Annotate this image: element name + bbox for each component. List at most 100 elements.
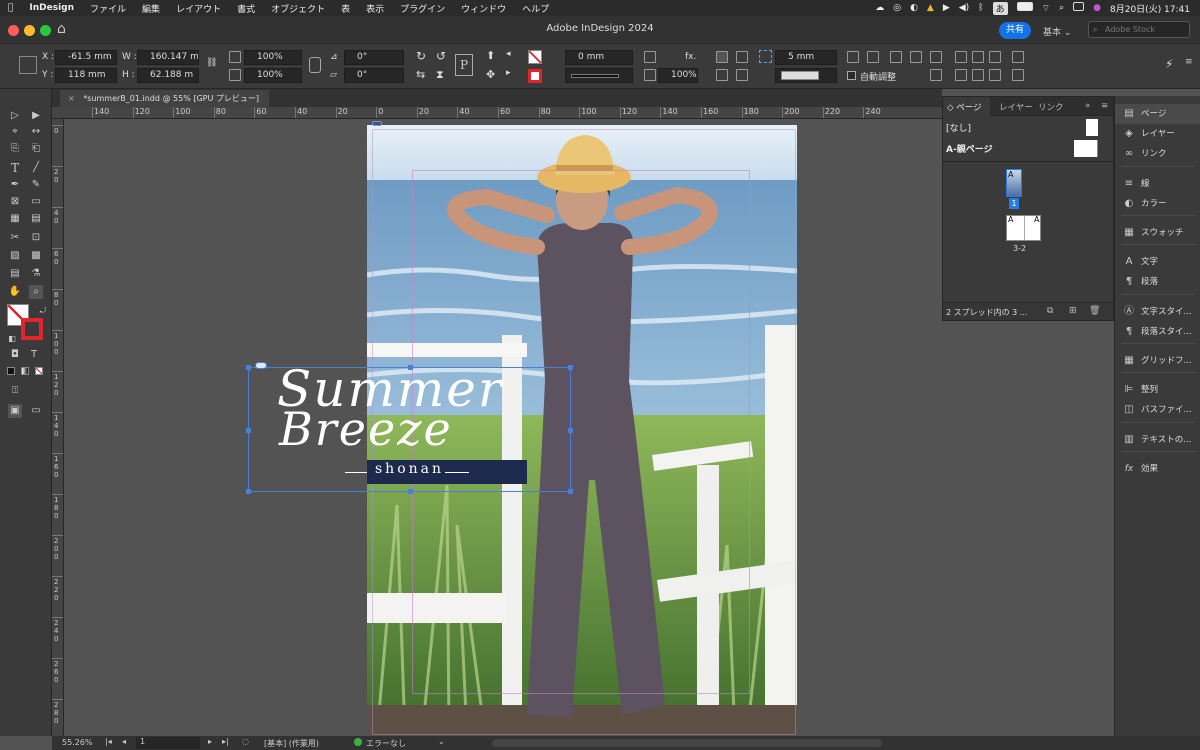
new-page-icon[interactable]: ⊞ [1069,306,1077,316]
preflight-profile[interactable]: [基本] (作業用) [264,738,319,749]
note-tool-icon[interactable]: ▤ [8,267,22,281]
page-1-number[interactable]: 1 [1009,198,1019,209]
text-grid-tool-icon[interactable]: ▤ [29,212,43,226]
align-bottom-edges-icon[interactable] [989,69,1001,81]
pencil-tool-icon[interactable]: ✎ [29,178,43,192]
page-number-field[interactable]: 1 [136,737,200,749]
horizontal-scrollbar[interactable] [492,739,882,747]
preflight-status-label[interactable]: エラーなし [366,738,406,749]
align-right-edges-icon[interactable] [989,51,1001,63]
effects-fx-icon[interactable]: fx. [685,52,696,62]
fit-content-to-frame-icon[interactable] [910,51,922,63]
menu-app[interactable]: InDesign [21,3,82,13]
sync-icon[interactable]: ◐ [910,3,918,13]
selection-handle-tm[interactable] [408,365,413,370]
drop-shadow-icon[interactable] [644,51,656,63]
menu-object[interactable]: オブジェクト [263,2,333,15]
select-content-icon[interactable]: ✥ [486,68,495,81]
select-next-icon[interactable]: ▸ [506,68,511,78]
gap-tool-icon[interactable]: ↔ [29,125,43,139]
title-graphic-frame[interactable]: Summer Breeze shonan [246,360,573,494]
direct-selection-tool-icon[interactable]: ▶ [29,109,43,123]
gradient-swatch-tool-icon[interactable]: ▨ [8,249,22,263]
apply-gradient-icon[interactable] [21,367,29,375]
eyedropper-tool-icon[interactable]: ⚗ [29,267,43,281]
stroke-swatch[interactable] [528,69,542,83]
tab-pages[interactable]: ◇ ページ [943,97,990,116]
tab-links[interactable]: リンク [1038,101,1064,113]
fill-frame-proportionally-icon[interactable] [890,51,902,63]
rectangle-frame-tool-icon[interactable]: ⊠ [8,195,22,209]
adobe-stock-search-input[interactable]: ⌕ Adobe Stock [1088,21,1190,38]
siri-icon[interactable]: ● [1093,3,1101,13]
free-transform-tool-icon[interactable]: ⊡ [29,231,43,245]
panel-menu-icon[interactable]: ≡ [1101,101,1108,111]
center-content-icon[interactable] [930,51,942,63]
normal-view-icon[interactable]: ▣ [8,404,22,418]
creative-cloud-icon[interactable]: ◎ [893,3,901,13]
lightning-icon[interactable]: ⚡︎ [1165,57,1173,71]
align-vertical-centers-icon[interactable] [972,69,984,81]
input-method-icon[interactable]: あ [992,1,1008,15]
selection-handle-bl[interactable] [246,489,251,494]
scissors-tool-icon[interactable]: ✂ [8,231,22,245]
a-master-row[interactable]: A-親ページ [943,139,1113,159]
spotlight-search-icon[interactable]: ⌕ [1059,3,1064,13]
selection-handle-mr[interactable] [568,428,573,433]
menu-layout[interactable]: レイアウト [168,2,229,15]
control-center-icon[interactable] [1073,2,1085,14]
document-canvas[interactable]: Summer Breeze shonan [64,119,942,736]
stroke-type-dropdown[interactable] [565,68,633,83]
preflight-menu-chevron-icon[interactable]: ⌄ [438,737,445,746]
frame-link-icon[interactable] [255,362,267,369]
menu-file[interactable]: ファイル [82,2,134,15]
frame-style-dropdown[interactable] [775,68,837,83]
content-collector-icon[interactable]: ⎘ [8,142,22,156]
type-tool-icon[interactable]: T [8,161,22,175]
hand-tool-icon[interactable]: ✋ [8,285,22,299]
dock-item-character[interactable]: A 文字 [1115,252,1200,272]
control-panel-menu-icon[interactable]: ≡ [1185,57,1197,69]
opacity-field[interactable]: 100% [658,68,698,83]
apple-menu-icon[interactable]:  [0,3,21,13]
workspace-switcher[interactable]: 基本 ⌄ [1043,25,1071,38]
frame-grid-tool-icon[interactable]: ▦ [8,212,22,226]
horizontal-ruler[interactable]: 140 120 100 80 60 40 20 0 20 40 60 80 100 120 140 160 18… [52,107,942,119]
dock-item-character-styles[interactable]: Ⓐ 文字スタイ... [1115,302,1200,322]
gap-tool-icon[interactable] [759,50,772,63]
rotation-angle-field[interactable]: 0° [344,50,404,65]
tab-layers[interactable]: レイヤー [999,101,1033,113]
delete-page-icon[interactable]: 🗑︎ [1089,306,1100,316]
apply-none-icon[interactable] [35,367,43,375]
preview-mode-icon[interactable]: ▭ [29,404,43,418]
select-container-icon[interactable]: ⬆ [486,49,495,62]
menu-type[interactable]: 書式 [229,2,263,15]
rotate-cw-icon[interactable]: ↻ [416,49,426,63]
vpn-icon[interactable]: ▲ [927,3,934,13]
y-position-field[interactable]: 118 mm [55,68,117,83]
wifi-icon[interactable]: ⌔ [1042,3,1050,14]
scale-y-field[interactable]: 100% [244,68,302,83]
zoom-tool-icon[interactable]: ⌕ [29,285,43,299]
selection-handle-ml[interactable] [246,428,251,433]
formatting-text-icon[interactable]: T [27,348,41,362]
select-previous-icon[interactable]: ◂ [506,49,511,59]
x-position-field[interactable]: -61.5 mm [55,50,117,65]
bluetooth-icon[interactable]: ᛒ [978,3,983,13]
formatting-container-icon[interactable]: ◘ [8,348,22,362]
dock-item-text-wrap[interactable]: ▥ テキストの... [1115,430,1200,450]
align-left-edges-icon[interactable] [955,51,967,63]
content-aware-fit-icon[interactable] [930,69,942,81]
line-tool-icon[interactable]: ╱ [29,161,43,175]
constrain-proportions-icon[interactable]: ⛓ [206,58,217,68]
previous-page-icon[interactable]: ◂ [122,737,126,746]
share-button[interactable]: 共有 [999,22,1031,39]
fill-swatch[interactable] [528,50,542,64]
gradient-feather-tool-icon[interactable]: ▩ [29,249,43,263]
screen-mode-icon[interactable]: ⍐ [8,384,22,398]
menu-plugins[interactable]: プラグイン [392,2,453,15]
dock-item-color[interactable]: ◐ カラー [1115,194,1200,214]
selection-handle-br[interactable] [568,489,573,494]
rectangle-tool-icon[interactable]: ▭ [29,195,43,209]
last-page-icon[interactable]: ▸| [222,737,229,746]
